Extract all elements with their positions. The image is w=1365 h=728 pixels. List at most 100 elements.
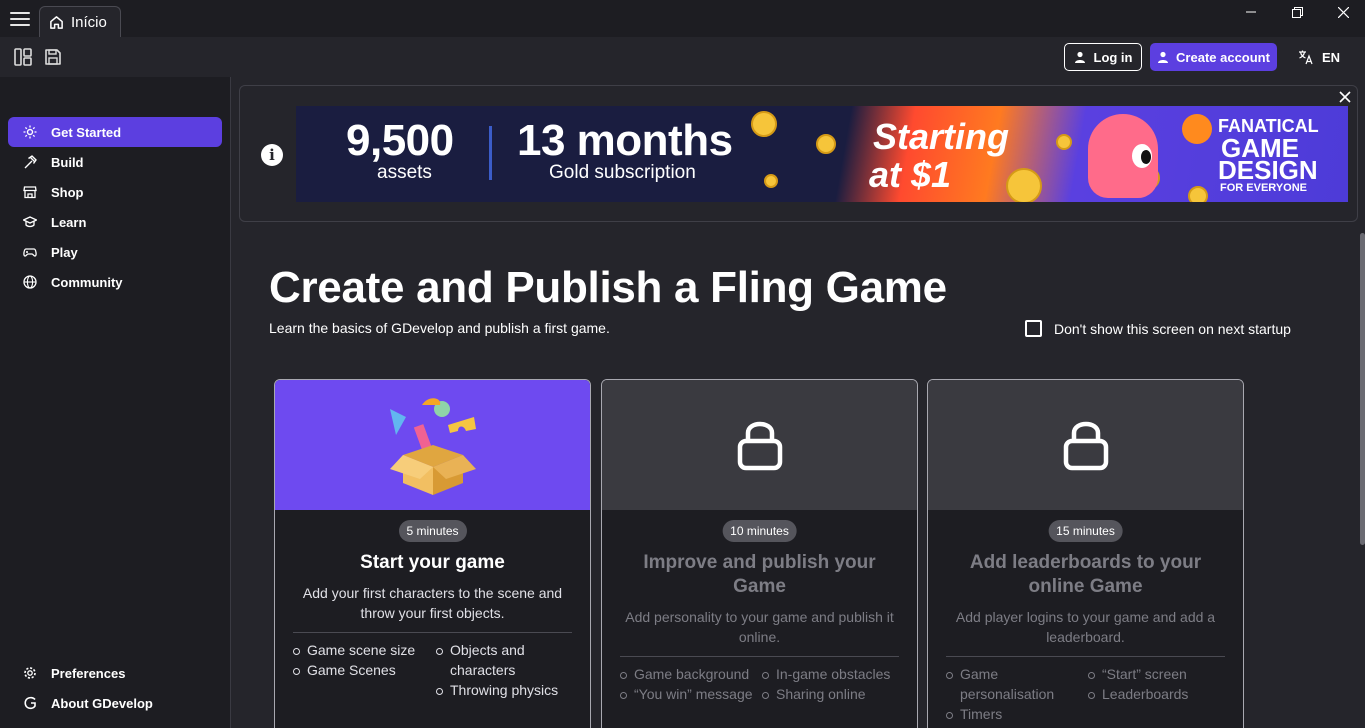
graduation-cap-icon (23, 215, 37, 229)
coin-decoration (1188, 186, 1208, 202)
minimize-button[interactable] (1228, 0, 1274, 24)
tutorial-card-leaderboards[interactable]: 15 minutes Add leaderboards to your onli… (927, 379, 1244, 728)
sidebar-item-community[interactable]: Community (8, 267, 222, 297)
tutorial-card-improve[interactable]: 10 minutes Improve and publish your Game… (601, 379, 918, 728)
sidebar-item-learn[interactable]: Learn (8, 207, 222, 237)
sidebar-item-about[interactable]: About GDevelop (8, 688, 222, 718)
create-account-label: Create account (1176, 49, 1270, 65)
sidebar-item-label: About GDevelop (51, 695, 153, 711)
list-item: Timers (946, 704, 1076, 724)
gdevelop-logo-icon (23, 696, 37, 710)
card-topics-left: Game personalisation Timers (946, 664, 1076, 724)
coin-decoration (764, 174, 778, 188)
card-illustration (275, 380, 590, 510)
sidebar-item-label: Learn (51, 214, 87, 230)
ad-price-line1: Starting (873, 116, 1010, 157)
ad-months-label: Gold subscription (549, 162, 696, 183)
list-item: Throwing physics (436, 680, 576, 700)
card-topics-left: Game scene size Game Scenes (293, 640, 423, 680)
login-button[interactable]: Log in (1064, 43, 1142, 71)
card-title: Add leaderboards to your online Game (969, 552, 1202, 597)
dont-show-checkbox-row[interactable]: Don't show this screen on next startup (1025, 320, 1291, 337)
ad-image[interactable]: 9,500 assets 13 months Gold subscription… (296, 106, 1348, 202)
sidebar-item-label: Community (51, 274, 123, 290)
card-topics-right: “Start” screen Leaderboards (1088, 664, 1228, 704)
list-item: “You win” message (620, 684, 760, 704)
card-description: Add your first characters to the scene a… (302, 585, 563, 621)
list-item: In-game obstacles (762, 664, 902, 684)
list-item: Sharing online (762, 684, 902, 704)
sidebar-item-label: Play (51, 244, 78, 260)
card-topics-right: Objects and characters Throwing physics (436, 640, 576, 700)
gear-icon (23, 666, 37, 680)
dont-show-checkbox[interactable] (1025, 320, 1042, 337)
language-button[interactable]: EN (1298, 43, 1344, 71)
card-description: Add personality to your game and publish… (625, 609, 894, 645)
list-item: Game Scenes (293, 660, 423, 680)
card-title: Improve and publish your Game (643, 552, 876, 597)
page-title: Create and Publish a Fling Game (269, 263, 947, 312)
home-icon (50, 15, 63, 29)
restore-icon (1291, 6, 1303, 18)
vertical-scrollbar[interactable] (1360, 233, 1365, 545)
page-subtitle: Learn the basics of GDevelop and publish… (269, 320, 610, 336)
create-account-button[interactable]: Create account (1150, 43, 1277, 71)
sidebar-item-build[interactable]: Build (8, 147, 222, 177)
save-icon[interactable] (43, 47, 63, 67)
duration-badge: 10 minutes (722, 520, 797, 542)
close-window-button[interactable] (1320, 0, 1365, 24)
sidebar-item-label: Shop (51, 184, 84, 200)
list-item: Game scene size (293, 640, 423, 660)
ad-brand-line3: DESIGN (1218, 155, 1318, 185)
list-item: Objects and characters (436, 640, 576, 680)
sidebar-item-label: Build (51, 154, 84, 170)
sidebar-item-shop[interactable]: Shop (8, 177, 222, 207)
login-label: Log in (1093, 49, 1133, 65)
lock-icon (1063, 421, 1108, 471)
sidebar-item-play[interactable]: Play (8, 237, 222, 267)
tab-home[interactable]: Início (39, 6, 121, 37)
fanatical-logo-icon (1182, 114, 1212, 144)
open-box-icon (389, 398, 476, 495)
coin-decoration (1006, 168, 1042, 202)
info-icon[interactable]: i (261, 144, 283, 166)
ad-assets-number: 9,500 (346, 116, 454, 165)
duration-badge: 5 minutes (398, 520, 467, 542)
restore-button[interactable] (1274, 0, 1320, 24)
card-illustration (602, 380, 917, 510)
duration-badge: 15 minutes (1048, 520, 1123, 542)
tutorial-card-start[interactable]: 5 minutes Start your game Add your first… (274, 379, 591, 728)
close-icon (1339, 91, 1351, 103)
list-item: Game background (620, 664, 760, 684)
list-item: Leaderboards (1088, 684, 1228, 704)
coin-decoration (816, 134, 836, 154)
coin-decoration (751, 111, 777, 137)
main-content: i 9,500 assets 13 months Gold subscripti… (231, 77, 1365, 728)
lock-icon (737, 421, 782, 471)
tab-label: Início (71, 13, 107, 31)
ad-assets-label: assets (377, 162, 432, 183)
hamburger-menu-icon[interactable] (10, 12, 30, 28)
promo-banner: i 9,500 assets 13 months Gold subscripti… (239, 85, 1358, 222)
user-icon (1074, 51, 1085, 63)
user-icon (1158, 51, 1169, 63)
minimize-icon (1246, 11, 1256, 13)
list-item: “Start” screen (1088, 664, 1228, 684)
dont-show-label: Don't show this screen on next startup (1054, 320, 1291, 337)
sidebar-item-label: Preferences (51, 665, 126, 681)
sidebar-item-get-started[interactable]: Get Started (8, 117, 222, 147)
title-bar: Início (0, 0, 1365, 37)
card-description: Add player logins to your game and add a… (955, 609, 1216, 645)
card-topics-left: Game background “You win” message (620, 664, 760, 704)
hammer-icon (23, 155, 37, 169)
project-manager-icon[interactable] (13, 47, 33, 67)
banner-close-button[interactable] (1337, 89, 1353, 105)
sidebar: Get Started Build Shop Learn Play Commun… (0, 77, 231, 728)
card-illustration (928, 380, 1243, 510)
ad-divider (489, 126, 492, 180)
globe-icon (23, 275, 37, 289)
card-divider (946, 656, 1225, 657)
sidebar-item-preferences[interactable]: Preferences (8, 658, 222, 688)
card-title: Start your game (360, 552, 505, 573)
mascot-character (1088, 114, 1158, 198)
